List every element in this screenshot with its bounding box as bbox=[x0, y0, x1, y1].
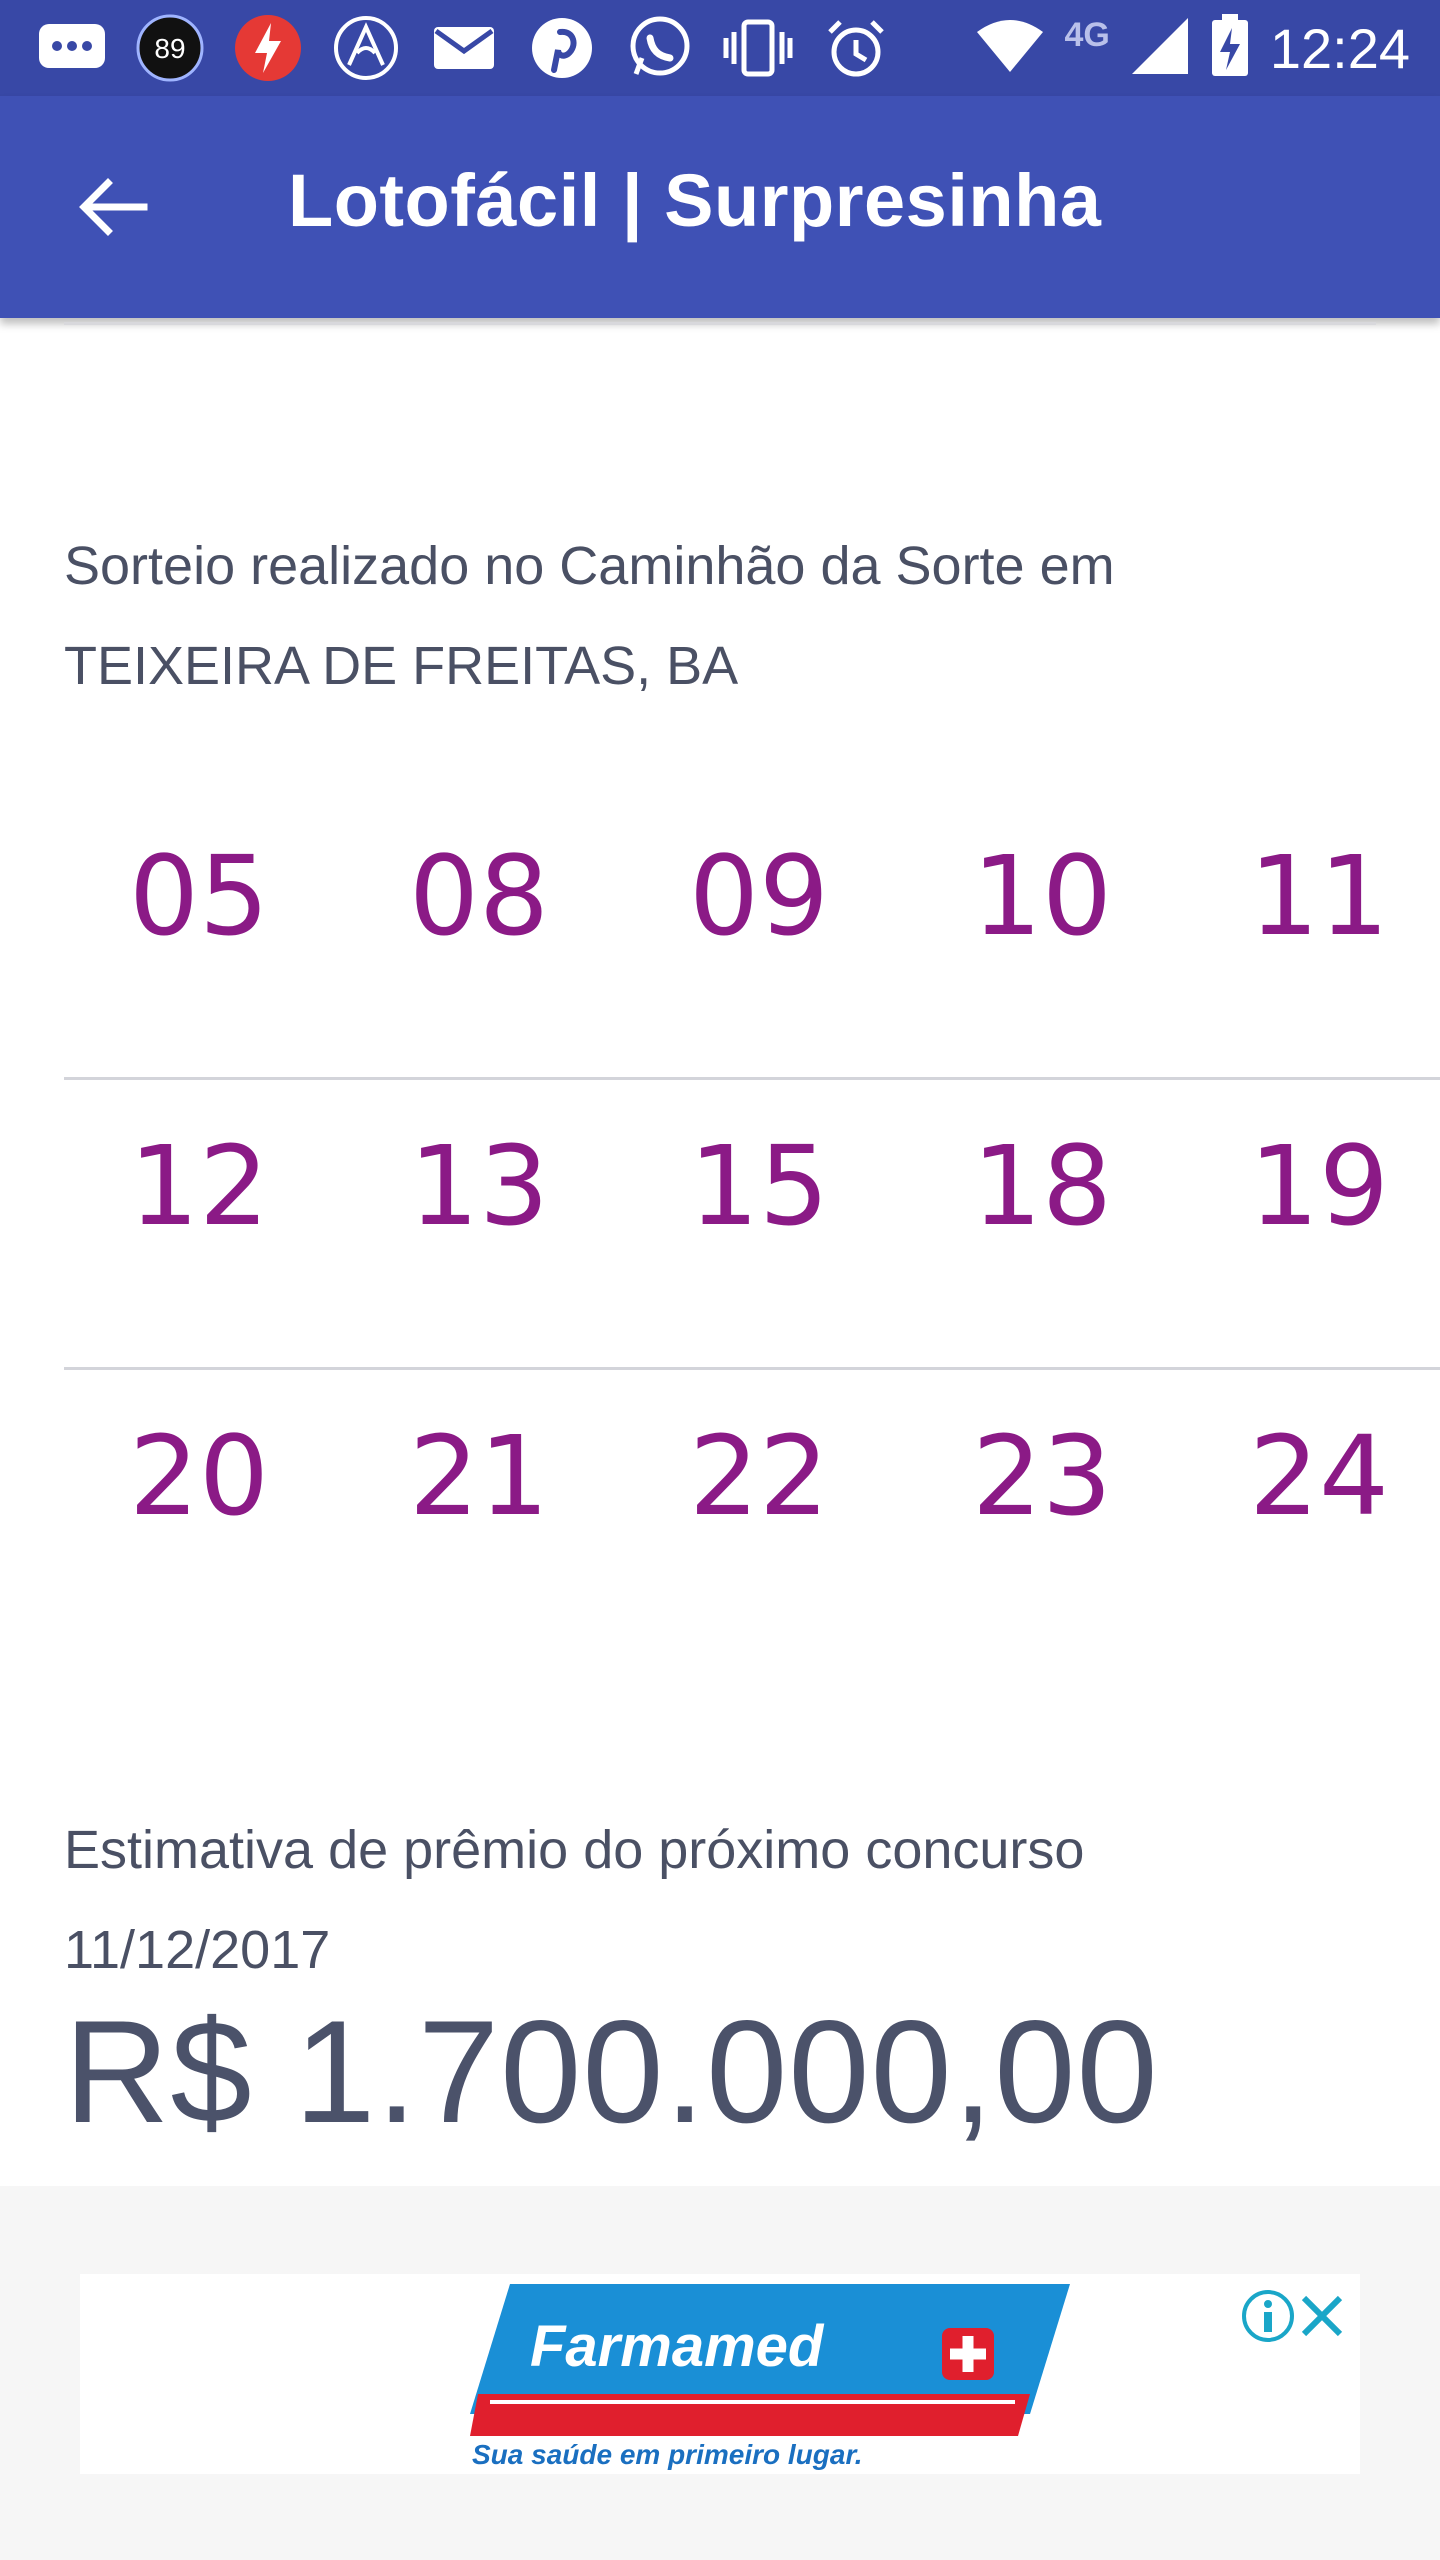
drawn-number: 23 bbox=[972, 1412, 1112, 1540]
wifi-icon bbox=[975, 18, 1045, 79]
network-type: 4G bbox=[1064, 15, 1110, 54]
notification-icons: 89 bbox=[36, 14, 892, 82]
top-divider bbox=[64, 322, 1376, 325]
ad-area: Farmamed Sua saúde em primeiro lugar. bbox=[0, 2186, 1440, 2560]
numbers-row-2: 12 13 15 18 19 bbox=[64, 1080, 1440, 1370]
whatsapp-icon bbox=[624, 14, 696, 82]
draw-location: Sorteio realizado no Caminhão da Sorte e… bbox=[64, 516, 1364, 716]
back-button[interactable] bbox=[72, 166, 154, 248]
drawn-number: 20 bbox=[129, 1412, 269, 1540]
flash-app-icon bbox=[232, 14, 304, 82]
drawn-number: 10 bbox=[972, 832, 1112, 960]
prize-estimate-label: Estimativa de prêmio do próximo concurso… bbox=[64, 1800, 1364, 2000]
prize-date: 11/12/2017 bbox=[64, 1920, 331, 1980]
drawn-number: 21 bbox=[409, 1412, 549, 1540]
drawn-number: 11 bbox=[1249, 832, 1389, 960]
status-bar: 89 4G 12:24 bbox=[0, 0, 1440, 96]
ad-brand: Farmamed bbox=[530, 2314, 825, 2379]
prize-value: R$ 1.700.000,00 bbox=[64, 1990, 1159, 2153]
prize-label: Estimativa de prêmio do próximo concurso bbox=[64, 1820, 1085, 1880]
badge-89-icon: 89 bbox=[134, 14, 206, 82]
ad-banner[interactable]: Farmamed Sua saúde em primeiro lugar. bbox=[80, 2274, 1360, 2474]
draw-location-line2: TEIXEIRA DE FREITAS, BA bbox=[64, 636, 739, 696]
page-title: Lotofácil | Surpresinha bbox=[288, 159, 1102, 242]
mail-icon bbox=[428, 14, 500, 82]
drawn-number: 22 bbox=[689, 1412, 829, 1540]
drawn-number: 09 bbox=[689, 832, 829, 960]
numbers-row-1: 05 08 09 10 11 bbox=[64, 790, 1440, 1080]
app-bar: Lotofácil | Surpresinha bbox=[0, 96, 1440, 318]
drawn-number: 12 bbox=[129, 1122, 269, 1250]
drawn-numbers-grid: 05 08 09 10 11 12 13 15 18 19 20 21 22 2… bbox=[64, 790, 1440, 1660]
battery-charging-icon bbox=[1210, 13, 1250, 83]
app-icon bbox=[330, 14, 402, 82]
drawn-number: 19 bbox=[1249, 1122, 1389, 1250]
drawn-number: 24 bbox=[1249, 1412, 1389, 1540]
pinterest-icon bbox=[526, 14, 598, 82]
farmamed-logo: Farmamed Sua saúde em primeiro lugar. bbox=[470, 2284, 1070, 2470]
info-icon[interactable] bbox=[1240, 2288, 1296, 2344]
vibrate-icon bbox=[722, 14, 794, 82]
drawn-number: 05 bbox=[129, 832, 269, 960]
badge-count: 89 bbox=[154, 33, 185, 64]
drawn-number: 15 bbox=[689, 1122, 829, 1250]
drawn-number: 08 bbox=[409, 832, 549, 960]
ad-tagline: Sua saúde em primeiro lugar. bbox=[472, 2439, 863, 2470]
clock: 12:24 bbox=[1269, 16, 1410, 80]
drawn-number: 18 bbox=[972, 1122, 1112, 1250]
system-status: 4G 12:24 bbox=[975, 0, 1410, 96]
alarm-icon bbox=[820, 14, 892, 82]
numbers-row-3: 20 21 22 23 24 bbox=[64, 1370, 1440, 1660]
signal-icon bbox=[1130, 16, 1190, 81]
chat-icon bbox=[36, 14, 108, 82]
draw-location-line1: Sorteio realizado no Caminhão da Sorte e… bbox=[64, 536, 1115, 596]
close-icon[interactable] bbox=[1294, 2288, 1350, 2344]
drawn-number: 13 bbox=[409, 1122, 549, 1250]
arrow-back-icon bbox=[79, 178, 148, 236]
